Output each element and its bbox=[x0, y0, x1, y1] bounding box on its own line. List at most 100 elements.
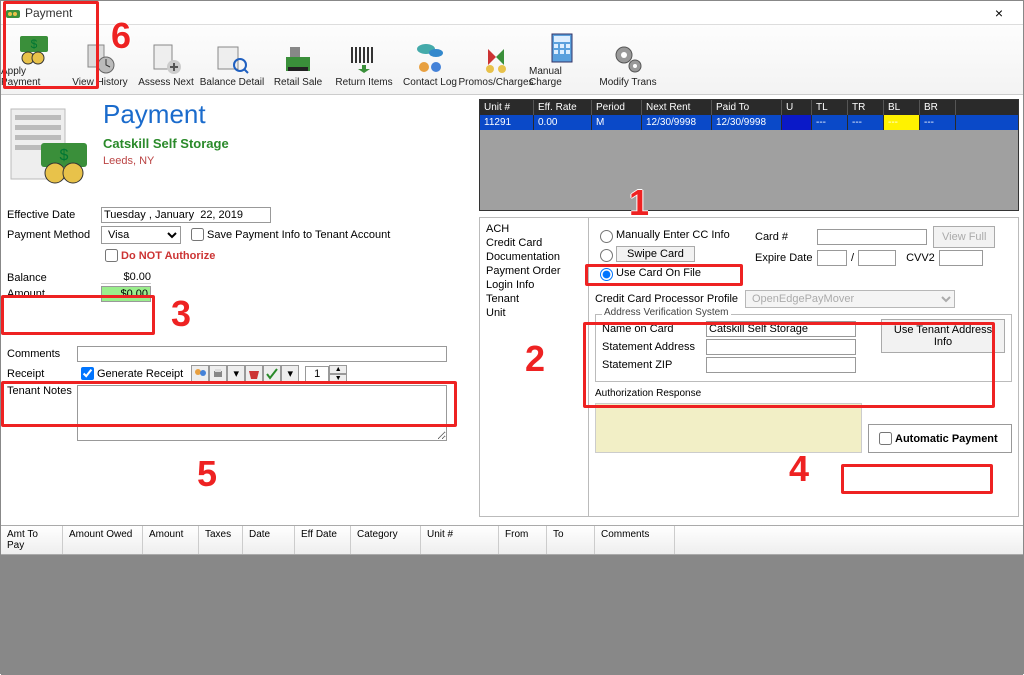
tab-item[interactable]: Credit Card bbox=[484, 236, 584, 250]
unit-col-header[interactable]: TL bbox=[812, 100, 848, 115]
unit-col-header[interactable]: Eff. Rate bbox=[534, 100, 592, 115]
view-history-button[interactable]: View History bbox=[67, 39, 133, 92]
tab-item[interactable]: Login Info bbox=[484, 278, 584, 292]
detail-grid-body[interactable] bbox=[1, 555, 1023, 675]
unit-col-header[interactable]: Unit # bbox=[480, 100, 534, 115]
unit-col-header[interactable]: BL bbox=[884, 100, 920, 115]
assess-next-button[interactable]: Assess Next bbox=[133, 39, 199, 92]
gears-icon bbox=[610, 41, 646, 77]
unit-cell[interactable]: --- bbox=[812, 115, 848, 130]
tab-item[interactable]: Payment Order bbox=[484, 264, 584, 278]
unit-col-header[interactable]: Paid To bbox=[712, 100, 782, 115]
confirm-dropdown[interactable]: ▾ bbox=[281, 365, 299, 383]
copies-down[interactable]: ▼ bbox=[329, 374, 347, 383]
unit-cell[interactable]: --- bbox=[848, 115, 884, 130]
save-payment-label: Save Payment Info to Tenant Account bbox=[207, 229, 390, 241]
unit-cell[interactable]: 0.00 bbox=[534, 115, 592, 130]
copies-up[interactable]: ▲ bbox=[329, 365, 347, 374]
detail-col-header[interactable]: Amount Owed bbox=[63, 526, 143, 554]
expire-label: Expire Date bbox=[755, 252, 817, 264]
balance-detail-button[interactable]: Balance Detail bbox=[199, 39, 265, 92]
unit-cell[interactable] bbox=[782, 115, 812, 130]
receipt-copies-input[interactable] bbox=[305, 366, 329, 382]
expire-year-input[interactable] bbox=[858, 250, 896, 266]
detail-col-header[interactable]: Taxes bbox=[199, 526, 243, 554]
unit-col-header[interactable]: Period bbox=[592, 100, 642, 115]
people-chat-icon bbox=[412, 41, 448, 77]
unit-grid[interactable]: Unit #Eff. RatePeriodNext RentPaid ToUTL… bbox=[479, 99, 1019, 211]
unit-col-header[interactable]: Next Rent bbox=[642, 100, 712, 115]
add-doc-icon bbox=[148, 41, 184, 77]
automatic-payment-checkbox[interactable] bbox=[879, 432, 892, 445]
swipe-card-radio[interactable] bbox=[600, 249, 613, 262]
generate-receipt-checkbox[interactable] bbox=[81, 367, 94, 380]
annotation-5: 5 bbox=[197, 453, 217, 495]
tab-item[interactable]: Tenant bbox=[484, 292, 584, 306]
view-full-button[interactable]: View Full bbox=[933, 226, 995, 248]
tab-item[interactable]: Unit bbox=[484, 306, 584, 320]
stmt-address-input[interactable] bbox=[706, 339, 856, 355]
detail-col-header[interactable]: Amount bbox=[143, 526, 199, 554]
detail-col-header[interactable]: Eff Date bbox=[295, 526, 351, 554]
stmt-zip-input[interactable] bbox=[706, 357, 856, 373]
unit-col-header[interactable]: U bbox=[782, 100, 812, 115]
use-tenant-address-button[interactable]: Use Tenant Address Info bbox=[881, 319, 1005, 353]
unit-cell[interactable]: --- bbox=[920, 115, 956, 130]
print-dropdown[interactable]: ▾ bbox=[227, 365, 245, 383]
generate-receipt-label: Generate Receipt bbox=[97, 368, 183, 380]
manual-cc-radio[interactable] bbox=[600, 230, 613, 243]
retail-sale-button[interactable]: Retail Sale bbox=[265, 39, 331, 92]
svg-text:$: $ bbox=[31, 37, 38, 51]
name-on-card-label: Name on Card bbox=[602, 323, 706, 335]
print-mini-button[interactable] bbox=[209, 365, 227, 383]
people-mini-button[interactable] bbox=[191, 365, 209, 383]
calculator-icon bbox=[544, 30, 580, 66]
confirm-mini-button[interactable] bbox=[263, 365, 281, 383]
unit-cell[interactable]: --- bbox=[884, 115, 920, 130]
processor-select: OpenEdgePayMover bbox=[745, 290, 955, 308]
card-on-file-radio[interactable] bbox=[600, 268, 613, 281]
do-not-authorize-checkbox[interactable] bbox=[105, 249, 118, 262]
unit-col-header[interactable]: TR bbox=[848, 100, 884, 115]
promos-charges-button[interactable]: Promos/Charges bbox=[463, 39, 529, 92]
detail-col-header[interactable]: Date bbox=[243, 526, 295, 554]
comments-input[interactable] bbox=[77, 346, 447, 362]
cvv-input[interactable] bbox=[939, 250, 983, 266]
amount-input[interactable] bbox=[101, 286, 151, 302]
delete-mini-button[interactable] bbox=[245, 365, 263, 383]
unit-cell[interactable]: M bbox=[592, 115, 642, 130]
toolbar: $ Apply Payment View History Assess Next… bbox=[1, 25, 1023, 95]
save-payment-checkbox[interactable] bbox=[191, 228, 204, 241]
detail-col-header[interactable]: To bbox=[547, 526, 595, 554]
payment-doc-icon: $ bbox=[7, 99, 97, 189]
contact-log-button[interactable]: Contact Log bbox=[397, 39, 463, 92]
automatic-payment-wrap[interactable]: Automatic Payment bbox=[868, 424, 1012, 453]
detail-col-header[interactable]: Unit # bbox=[421, 526, 499, 554]
tab-item[interactable]: ACH bbox=[484, 222, 584, 236]
detail-col-header[interactable]: From bbox=[499, 526, 547, 554]
swipe-card-button[interactable]: Swipe Card bbox=[616, 246, 695, 262]
credit-card-tab: Manually Enter CC Info Swipe Card Use Ca… bbox=[589, 217, 1019, 517]
card-number-label: Card # bbox=[755, 231, 817, 243]
detail-col-header[interactable]: Comments bbox=[595, 526, 675, 554]
modify-trans-button[interactable]: Modify Trans bbox=[595, 39, 661, 92]
unit-cell[interactable]: 12/30/9998 bbox=[642, 115, 712, 130]
tab-item[interactable]: Documentation bbox=[484, 250, 584, 264]
expire-month-input[interactable] bbox=[817, 250, 847, 266]
tenant-notes-input[interactable] bbox=[77, 385, 447, 441]
detail-col-header[interactable]: Category bbox=[351, 526, 421, 554]
card-number-input[interactable] bbox=[817, 229, 927, 245]
close-button[interactable]: × bbox=[979, 5, 1019, 21]
effective-date-input[interactable] bbox=[101, 207, 271, 223]
unit-cell[interactable]: 11291 bbox=[480, 115, 534, 130]
unit-cell[interactable]: 12/30/9998 bbox=[712, 115, 782, 130]
right-panel: Unit #Eff. RatePeriodNext RentPaid ToUTL… bbox=[479, 95, 1023, 525]
detail-col-header[interactable]: Amt To Pay bbox=[1, 526, 63, 554]
stmt-address-label: Statement Address bbox=[602, 341, 706, 353]
unit-col-header[interactable]: BR bbox=[920, 100, 956, 115]
apply-payment-button[interactable]: $ Apply Payment bbox=[1, 28, 67, 92]
manual-charge-button[interactable]: Manual Charge bbox=[529, 28, 595, 92]
payment-method-select[interactable]: Visa bbox=[101, 226, 181, 244]
name-on-card-input[interactable] bbox=[706, 321, 856, 337]
return-items-button[interactable]: Return Items bbox=[331, 39, 397, 92]
